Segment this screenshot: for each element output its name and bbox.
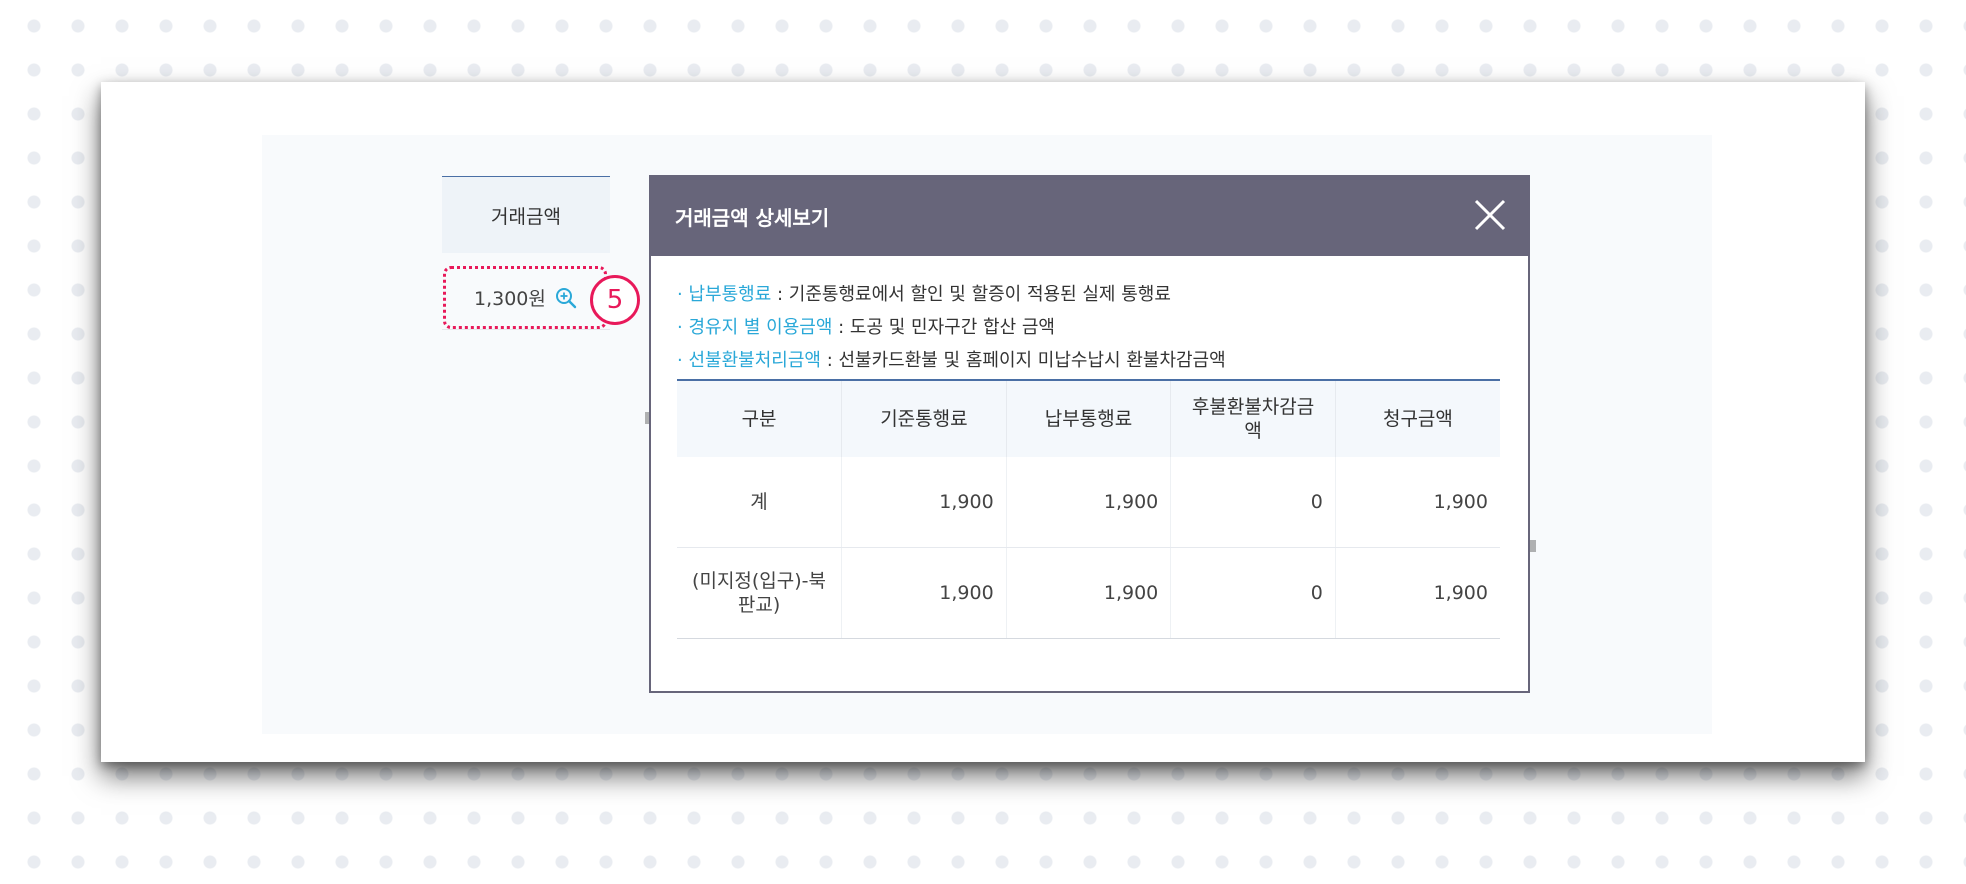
close-icon[interactable]: [1472, 197, 1508, 233]
column-header: 기준통행료: [841, 380, 1007, 457]
note-term: 납부통행료: [688, 284, 772, 305]
table-cell: 1,900: [841, 547, 1007, 639]
amount-link[interactable]: 1,300원: [474, 284, 578, 311]
modal-header: 거래금액 상세보기: [651, 177, 1528, 256]
note-item: · 선불환불처리금액 : 선불카드환불 및 홈페이지 미납수납시 환불차감금액: [677, 344, 1502, 377]
step-badge: 5: [590, 275, 640, 325]
note-desc: : 기준통행료에서 할인 및 할증이 적용된 실제 통행료: [777, 284, 1171, 305]
note-bullet: ·: [677, 350, 683, 371]
table-header-row: 구분 기준통행료 납부통행료 후불환불차감금액 청구금액: [677, 380, 1500, 457]
table-row: (미지정(입구)-북판교) 1,900 1,900 0 1,900: [677, 547, 1500, 639]
note-item: · 납부통행료 : 기준통행료에서 할인 및 할증이 적용된 실제 통행료: [677, 278, 1502, 311]
table-cell: (미지정(입구)-북판교): [677, 547, 842, 639]
modal-title: 거래금액 상세보기: [675, 206, 830, 230]
table-cell: 0: [1170, 457, 1336, 548]
amount-detail-modal: 거래금액 상세보기 · 납부통행료 : 기준통행료에서 할인 및 할증이 적용된…: [649, 175, 1530, 693]
notes-list: · 납부통행료 : 기준통행료에서 할인 및 할증이 적용된 실제 통행료 · …: [651, 256, 1528, 377]
table-cell: 1,900: [1005, 457, 1171, 548]
note-item: · 경유지 별 이용금액 : 도공 및 민자구간 합산 금액: [677, 311, 1502, 344]
background-fragment: [1530, 540, 1536, 552]
note-desc: : 선불카드환불 및 홈페이지 미납수납시 환불차감금액: [826, 350, 1226, 371]
table-cell: 1,900: [841, 457, 1007, 548]
column-header: 납부통행료: [1005, 380, 1171, 457]
table-cell: 계: [677, 457, 842, 548]
column-header: 구분: [677, 380, 842, 457]
amount-detail-table: 구분 기준통행료 납부통행료 후불환불차감금액 청구금액 계 1,900 1,9…: [677, 379, 1500, 639]
amount-value: 1,300원: [474, 288, 546, 310]
table-cell: 1,900: [1334, 547, 1500, 639]
note-term: 경유지 별 이용금액: [688, 317, 833, 338]
column-header: 후불환불차감금액: [1170, 380, 1336, 457]
table-cell: 1,900: [1334, 457, 1500, 548]
table-row: 계 1,900 1,900 0 1,900: [677, 457, 1500, 548]
table-cell: 0: [1170, 547, 1336, 639]
note-term: 선불환불처리금액: [688, 350, 821, 371]
amount-column-header: 거래금액: [442, 177, 610, 253]
note-desc: : 도공 및 민자구간 합산 금액: [838, 317, 1055, 338]
zoom-in-icon[interactable]: [554, 286, 578, 310]
column-header: 청구금액: [1334, 380, 1500, 457]
table-cell: 1,900: [1005, 547, 1171, 639]
note-bullet: ·: [677, 317, 683, 338]
note-bullet: ·: [677, 284, 683, 305]
